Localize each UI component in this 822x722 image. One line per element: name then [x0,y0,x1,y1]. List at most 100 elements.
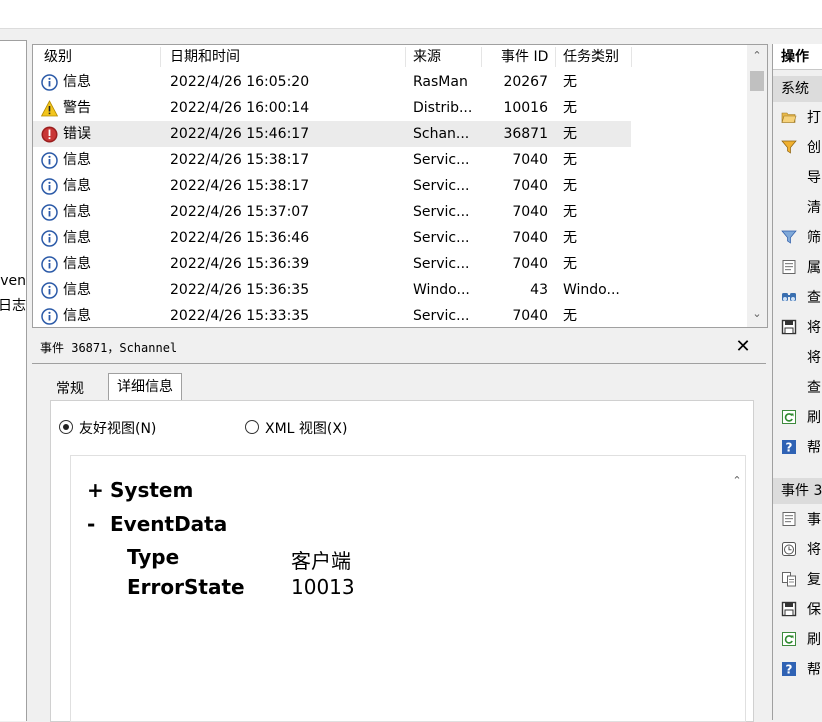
datetime-cell: 2022/4/26 15:36:39 [170,256,310,272]
scroll-up-arrow-icon[interactable]: ⌃ [729,472,745,490]
close-icon[interactable]: ✕ [732,335,754,359]
event-id-cell: 7040 [512,204,548,220]
datetime-cell: 2022/4/26 15:37:07 [170,204,310,220]
find-icon [781,289,797,305]
action-item[interactable]: 查 [781,376,821,400]
detail-title-bar: 事件 36871，Schannel ✕ [32,333,766,364]
column-header-datetime[interactable]: 日期和时间 [170,45,240,69]
eventdata-node-label[interactable]: EventData [110,512,227,536]
friendly-view-radio[interactable]: 友好视图(N) [59,419,156,439]
action-item[interactable]: 刷 [781,628,821,652]
action-item-label: 复 [807,572,821,588]
source-cell: Servic... [413,230,470,246]
info-icon [41,152,58,169]
table-row[interactable]: 信息 2022/4/26 15:33:35 Servic... 7040 无 [33,303,631,327]
system-node-label[interactable]: System [110,478,193,502]
action-item-label: 导 [807,170,821,186]
console-tree-pane: ven 日志 [0,40,27,721]
action-item[interactable]: 复 [781,568,821,592]
action-item-label: 事 [807,512,821,528]
warning-icon [40,100,59,117]
blank-icon [781,379,797,395]
system-node-toggle[interactable]: + [87,478,104,502]
table-row[interactable]: 信息 2022/4/26 15:36:35 Windo... 43 Windo... [33,277,631,303]
detail-title: 事件 36871，Schannel [40,341,178,355]
event-detail-pane: 事件 36871，Schannel ✕ 常规 详细信息 友好视图(N) XML … [32,333,766,722]
source-cell: Windo... [413,282,470,298]
actions-header: 操作 [773,44,822,70]
action-item[interactable]: 保 [781,598,821,622]
properties-icon [781,259,797,275]
action-item-label: 查 [807,290,821,306]
datetime-cell: 2022/4/26 15:46:17 [170,126,310,142]
datetime-cell: 2022/4/26 15:38:17 [170,152,310,168]
level-cell: 错误 [63,126,91,142]
action-item[interactable]: 将 [781,316,821,340]
action-item[interactable]: 创 [781,136,821,160]
action-item[interactable]: ? 帮 [781,658,821,682]
action-item[interactable]: 属 [781,256,821,280]
source-cell: Servic... [413,152,470,168]
friendly-view-content: ⌃ + System - EventData Type 客户端 ErrorSta… [70,455,746,722]
scroll-up-arrow-icon[interactable]: ⌃ [747,47,767,65]
action-item-label: 打 [807,110,821,126]
eventdata-node-toggle[interactable]: - [87,512,95,536]
action-item[interactable]: ? 帮 [781,436,821,460]
tree-label-fragment[interactable]: ven [0,273,26,289]
tab-general[interactable]: 常规 [50,376,90,402]
action-item[interactable]: 清 [781,196,821,220]
source-cell: Servic... [413,308,470,324]
source-cell: Schan... [413,126,470,142]
column-header-event-id[interactable]: 事件 ID [501,45,548,69]
save-icon [781,601,797,617]
column-header-source[interactable]: 来源 [413,45,441,69]
action-item[interactable]: 筛 [781,226,821,250]
datetime-cell: 2022/4/26 15:36:35 [170,282,310,298]
source-cell: RasMan [413,74,468,90]
field-value-errorstate: 10013 [291,575,355,599]
table-row[interactable]: 信息 2022/4/26 15:38:17 Servic... 7040 无 [33,173,631,199]
info-icon [41,178,58,195]
action-item-label: 属 [807,260,821,276]
error-icon [41,126,58,143]
tab-details[interactable]: 详细信息 [108,373,182,400]
event-id-cell: 7040 [512,308,548,324]
table-row[interactable]: 错误 2022/4/26 15:46:17 Schan... 36871 无 [33,121,631,147]
action-item[interactable]: 将 [781,346,821,370]
table-row[interactable]: 警告 2022/4/26 16:00:14 Distrib... 10016 无 [33,95,631,121]
level-cell: 警告 [63,100,91,116]
scroll-thumb[interactable] [750,71,764,91]
action-item-label: 将 [807,350,821,366]
actions-section-system[interactable]: 系统 [773,76,822,102]
field-key-type: Type [127,545,180,569]
datetime-cell: 2022/4/26 16:00:14 [170,100,310,116]
category-cell: 无 [563,178,577,194]
category-cell: 无 [563,256,577,272]
table-row[interactable]: 信息 2022/4/26 15:37:07 Servic... 7040 无 [33,199,631,225]
table-row[interactable]: 信息 2022/4/26 15:36:46 Servic... 7040 无 [33,225,631,251]
action-item[interactable]: 刷 [781,406,821,430]
column-header-level[interactable]: 级别 [44,45,72,69]
action-item-label: 筛 [807,230,821,246]
filter-outline-icon [781,229,797,245]
action-item[interactable]: 事 [781,508,821,532]
event-id-cell: 20267 [503,74,548,90]
table-row[interactable]: 信息 2022/4/26 15:36:39 Servic... 7040 无 [33,251,631,277]
event-list-scrollbar[interactable]: ⌃ ⌄ [747,45,767,327]
actions-section-event[interactable]: 事件 3 [773,478,822,504]
action-item[interactable]: 导 [781,166,821,190]
action-item[interactable]: 将 [781,538,821,562]
column-header-task-category[interactable]: 任务类别 [563,45,619,69]
source-cell: Distrib... [413,100,473,116]
action-item[interactable]: 查 [781,286,821,310]
category-cell: Windo... [563,282,620,298]
xml-view-radio[interactable]: XML 视图(X) [245,419,347,439]
content-scrollbar[interactable]: ⌃ [729,456,745,721]
table-row[interactable]: 信息 2022/4/26 15:38:17 Servic... 7040 无 [33,147,631,173]
tree-label-fragment[interactable]: 日志 [0,295,26,315]
open-folder-icon [781,109,797,125]
action-item[interactable]: 打 [781,106,821,130]
table-row[interactable]: 信息 2022/4/26 16:05:20 RasMan 20267 无 [33,69,631,95]
action-item-label: 创 [807,140,821,156]
scroll-down-arrow-icon[interactable]: ⌄ [747,305,767,323]
